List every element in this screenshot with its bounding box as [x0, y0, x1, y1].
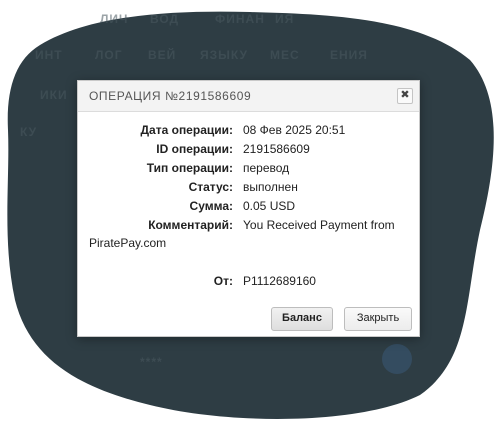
ghost-nav-text: ФИНАН [215, 12, 265, 26]
detail-value: P1112689160 [243, 274, 316, 288]
detail-value: 2191586609 [243, 142, 310, 156]
detail-label: Комментарий: [148, 218, 233, 232]
detail-label: Сумма: [189, 199, 233, 213]
detail-value: You Received Payment from [243, 218, 395, 232]
detail-row-amount: Сумма: 0.05 USD [78, 199, 419, 218]
ghost-nav-text: МЕС [270, 48, 300, 62]
detail-value: перевод [243, 161, 290, 175]
ghost-masked-text: **** [140, 355, 163, 369]
ghost-nav-text: ИНТ [35, 48, 63, 62]
detail-value: 0.05 USD [243, 199, 296, 213]
balance-button[interactable]: Баланс [271, 307, 333, 331]
ghost-nav-text: КУ [20, 125, 38, 139]
detail-row-type: Тип операции: перевод [78, 161, 419, 180]
detail-row-status: Статус: выполнен [78, 180, 419, 199]
ghost-nav-text: ЛИЧ [100, 12, 129, 26]
close-icon[interactable]: ✖ [397, 88, 413, 104]
floating-action-button [382, 344, 412, 374]
ghost-nav-text: ВЕЙ [148, 48, 177, 62]
ghost-nav-text: ИКИ [40, 88, 68, 102]
ghost-nav-text: ЛОГ [95, 48, 123, 62]
detail-row-comment: Комментарий: You Received Payment from [78, 218, 419, 237]
detail-label: От: [213, 274, 233, 288]
detail-label: Тип операции: [146, 161, 233, 175]
detail-value: 08 Фев 2025 20:51 [243, 123, 346, 137]
operation-dialog: ОПЕРАЦИЯ №2191586609 ✖ Дата операции: 08… [77, 80, 420, 337]
detail-label: ID операции: [156, 142, 233, 156]
dialog-header: ОПЕРАЦИЯ №2191586609 ✖ [78, 81, 419, 112]
comment-continuation: PiratePay.com [89, 236, 167, 250]
close-button[interactable]: Закрыть [344, 307, 412, 331]
ghost-nav-text: ЕНИЯ [330, 48, 368, 62]
detail-row-date: Дата операции: 08 Фев 2025 20:51 [78, 123, 419, 142]
detail-row-id: ID операции: 2191586609 [78, 142, 419, 161]
ghost-nav-text: ЯЗЫКУ [200, 48, 248, 62]
dialog-title: ОПЕРАЦИЯ №2191586609 [89, 89, 252, 103]
detail-value: выполнен [243, 180, 298, 194]
detail-label: Статус: [188, 180, 233, 194]
operation-details: Дата операции: 08 Фев 2025 20:51 ID опер… [78, 123, 419, 237]
ghost-nav-text: ИЯ [275, 12, 295, 26]
ghost-nav-text: ВОД [150, 12, 180, 26]
detail-row-from: От: P1112689160 [78, 274, 419, 293]
detail-label: Дата операции: [140, 123, 234, 137]
